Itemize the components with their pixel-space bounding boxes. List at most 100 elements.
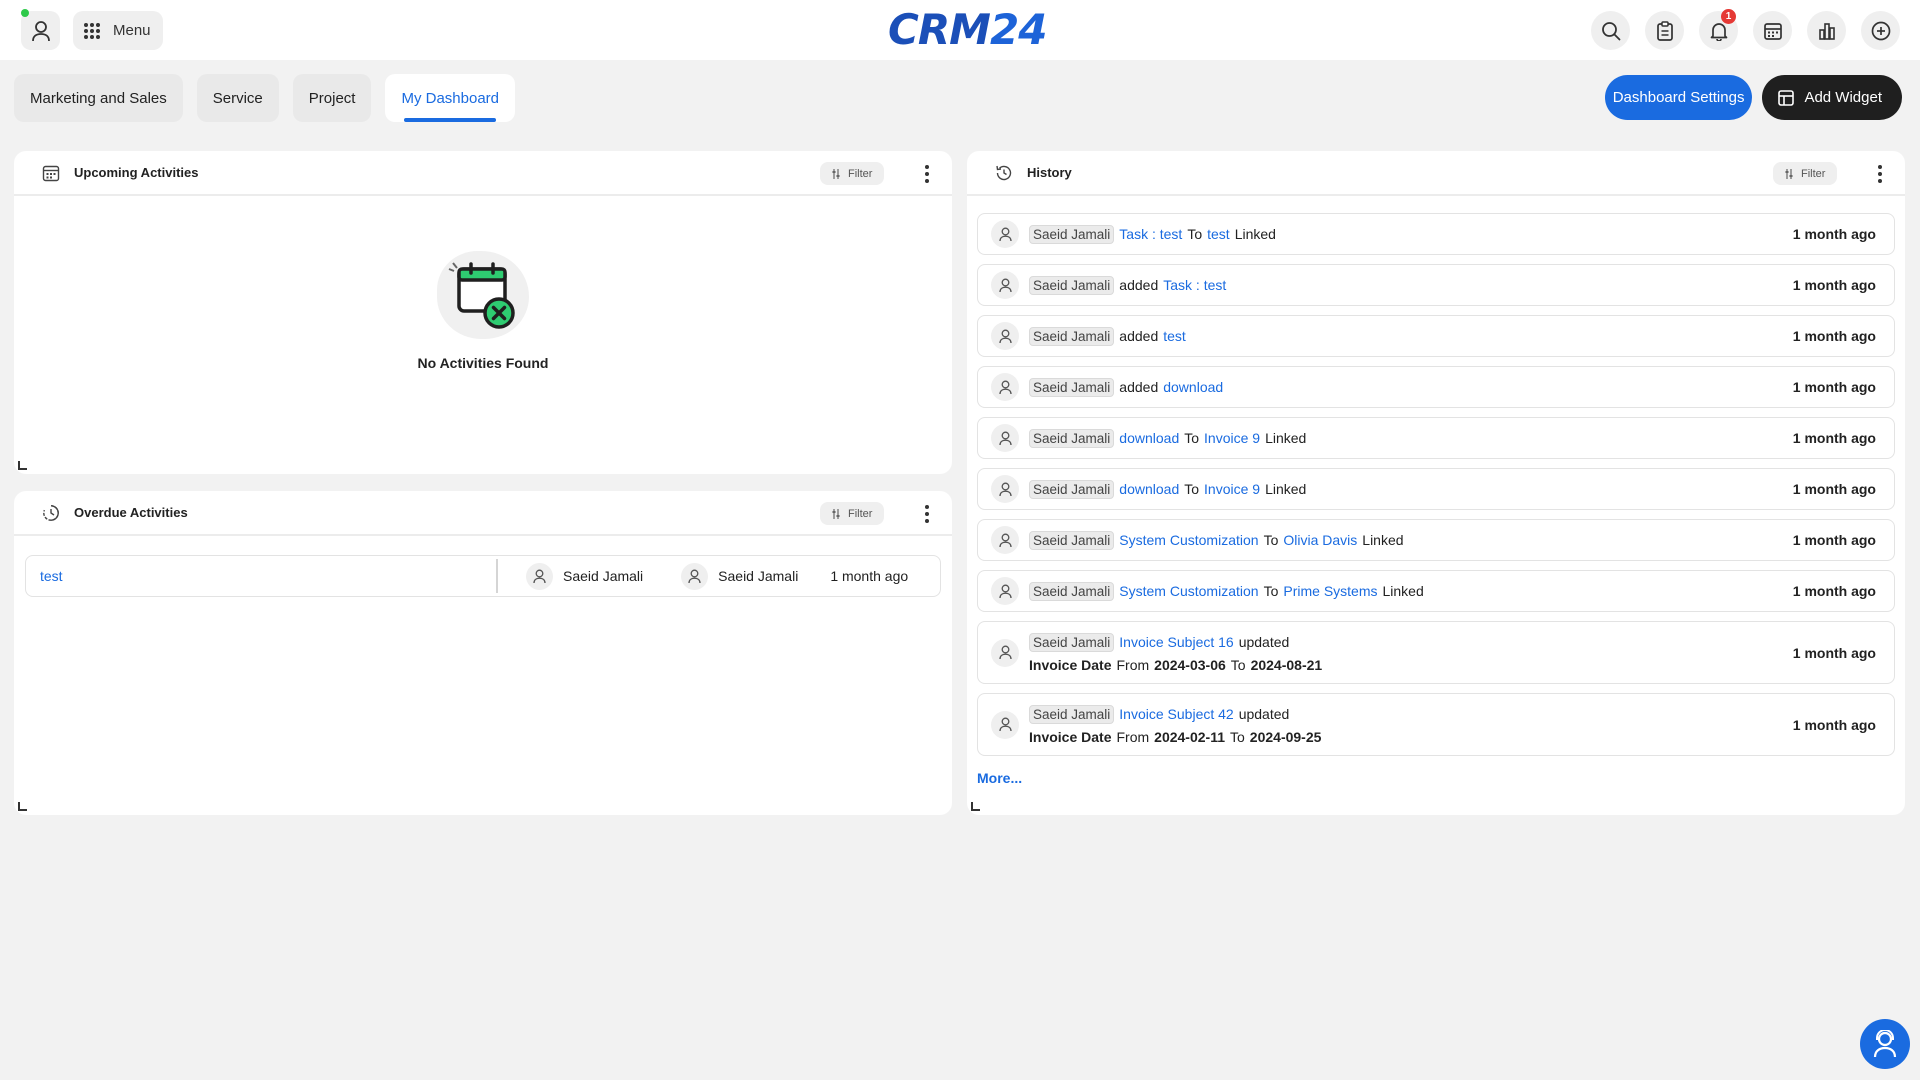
user-icon [991, 424, 1019, 452]
widget-icon [1778, 89, 1795, 106]
more-history-link[interactable]: More... [977, 770, 1022, 786]
history-link[interactable]: test [1163, 328, 1186, 344]
history-link[interactable]: download [1119, 481, 1179, 497]
add-widget-button[interactable]: Add Widget [1762, 75, 1902, 120]
more-options-icon[interactable] [917, 162, 937, 186]
history-body: Saeid Jamali added test [1029, 326, 1186, 346]
more-options-icon[interactable] [1870, 162, 1890, 186]
widget-header: Upcoming Activities Filter [14, 151, 952, 196]
history-link[interactable]: Invoice 9 [1204, 481, 1260, 497]
create-button[interactable] [1861, 11, 1900, 50]
history-line: Saeid Jamali Task : test To test Linked [1029, 224, 1276, 244]
history-text: Invoice Date [1029, 656, 1112, 673]
history-text: Linked [1362, 532, 1404, 548]
calendar-icon [42, 165, 60, 181]
user-icon [991, 373, 1019, 401]
user-chip[interactable]: Saeid Jamali [1029, 530, 1115, 550]
history-time: 1 month ago [1792, 583, 1876, 599]
history-row: Saeid Jamali Invoice Subject 16 updated Inv… [977, 621, 1895, 684]
history-body: Saeid Jamali Invoice Subject 42 updated Inv… [1029, 704, 1322, 745]
tasks-button[interactable] [1645, 11, 1684, 50]
history-body: Saeid Jamali download To Invoice 9 Linked [1029, 479, 1307, 499]
calendar-cross-icon [448, 262, 515, 329]
user-chip[interactable]: Saeid Jamali [1029, 377, 1115, 397]
history-link[interactable]: System Customization [1119, 583, 1258, 599]
history-link[interactable]: Invoice 9 [1204, 430, 1260, 446]
history-icon [996, 165, 1012, 180]
activity-subject-link[interactable]: test [26, 559, 498, 593]
history-row: Saeid Jamali System Customization To Prime … [977, 570, 1895, 612]
assigned-to: Saeid Jamali [681, 562, 798, 590]
history-widget: History Filter Saeid Jamali Task : test To… [967, 151, 1905, 815]
notifications-button[interactable]: 1 [1699, 9, 1738, 50]
history-link[interactable]: Invoice Subject 42 [1119, 706, 1233, 722]
overdue-activity-row[interactable]: test Saeid Jamali Saeid Jamali 1 month a… [25, 555, 941, 597]
history-text: Linked [1265, 481, 1307, 497]
upcoming-activities-widget: Upcoming Activities Filter No Activities… [14, 151, 952, 474]
history-row: Saeid Jamali Invoice Subject 42 updated Inv… [977, 693, 1895, 756]
user-chip[interactable]: Saeid Jamali [1029, 326, 1115, 346]
user-icon [526, 562, 553, 590]
user-chip[interactable]: Saeid Jamali [1029, 479, 1115, 499]
history-time: 1 month ago [1792, 430, 1876, 446]
history-link[interactable]: download [1119, 430, 1179, 446]
history-time: 1 month ago [1792, 379, 1876, 395]
tab-marketing-and-sales[interactable]: Marketing and Sales [14, 74, 183, 122]
user-chip[interactable]: Saeid Jamali [1029, 632, 1115, 652]
user-chip[interactable]: Saeid Jamali [1029, 428, 1115, 448]
filter-icon [1785, 168, 1793, 179]
history-row: Saeid Jamali download To Invoice 9 Linked 1 m… [977, 417, 1895, 459]
history-link[interactable]: download [1163, 379, 1223, 395]
history-link[interactable]: Prime Systems [1283, 583, 1377, 599]
history-list: Saeid Jamali Task : test To test Linked 1 mon… [977, 213, 1895, 756]
tab-project[interactable]: Project [292, 74, 372, 122]
history-line: Invoice Date From 2024-03-06 To 2024-08-21 [1029, 657, 1322, 673]
history-line: Saeid Jamali System Customization To Olivia… [1029, 530, 1404, 550]
user-icon [991, 475, 1019, 503]
search-button[interactable] [1591, 11, 1630, 50]
user-chip[interactable]: Saeid Jamali [1029, 581, 1115, 601]
user-chip[interactable]: Saeid Jamali [1029, 224, 1115, 244]
history-text: 2024-09-25 [1249, 728, 1322, 745]
calendar-icon [1763, 22, 1782, 40]
user-icon [991, 526, 1019, 554]
user-chip[interactable]: Saeid Jamali [1029, 275, 1115, 295]
filter-button[interactable]: Filter [820, 162, 885, 185]
history-row: Saeid Jamali download To Invoice 9 Linked 1 m… [977, 468, 1895, 510]
history-text: From [1116, 656, 1150, 673]
user-avatar-button[interactable] [21, 11, 60, 50]
history-time: 1 month ago [1792, 481, 1876, 497]
header-actions: 1 [1591, 9, 1900, 50]
reports-button[interactable] [1807, 11, 1846, 50]
resize-handle[interactable] [18, 461, 27, 470]
menu-button[interactable]: Menu [73, 11, 163, 50]
history-link[interactable]: Invoice Subject 16 [1119, 634, 1233, 650]
resize-handle[interactable] [971, 802, 980, 811]
top-bar: Menu CRM 24 1 [0, 0, 1920, 60]
history-text: 2024-08-21 [1250, 656, 1323, 673]
history-link[interactable]: Olivia Davis [1283, 532, 1357, 548]
more-options-icon[interactable] [917, 502, 937, 526]
tab-my-dashboard[interactable]: My Dashboard [385, 74, 516, 122]
calendar-button[interactable] [1753, 11, 1792, 50]
history-text: updated [1238, 634, 1290, 650]
history-time: 1 month ago [1792, 226, 1876, 242]
user-icon [991, 271, 1019, 299]
filter-button[interactable]: Filter [820, 502, 885, 525]
history-link[interactable]: test [1207, 226, 1230, 242]
support-chat-button[interactable] [1860, 1019, 1910, 1069]
resize-handle[interactable] [18, 802, 27, 811]
menu-label: Menu [113, 22, 151, 39]
dashboard-tabs: Marketing and Sales Service Project My D… [14, 74, 516, 122]
widget-header: Overdue Activities Filter [14, 491, 952, 536]
history-link[interactable]: System Customization [1119, 532, 1258, 548]
history-text: To [1263, 532, 1279, 548]
app-logo[interactable]: CRM 24 [888, 5, 1047, 54]
tab-service[interactable]: Service [196, 74, 279, 122]
history-link[interactable]: Task : test [1163, 277, 1226, 293]
dashboard-settings-button[interactable]: Dashboard Settings [1604, 75, 1753, 120]
user-chip[interactable]: Saeid Jamali [1029, 704, 1115, 724]
history-link[interactable]: Task : test [1119, 226, 1182, 242]
history-text: Linked [1265, 430, 1307, 446]
filter-button[interactable]: Filter [1773, 162, 1838, 185]
